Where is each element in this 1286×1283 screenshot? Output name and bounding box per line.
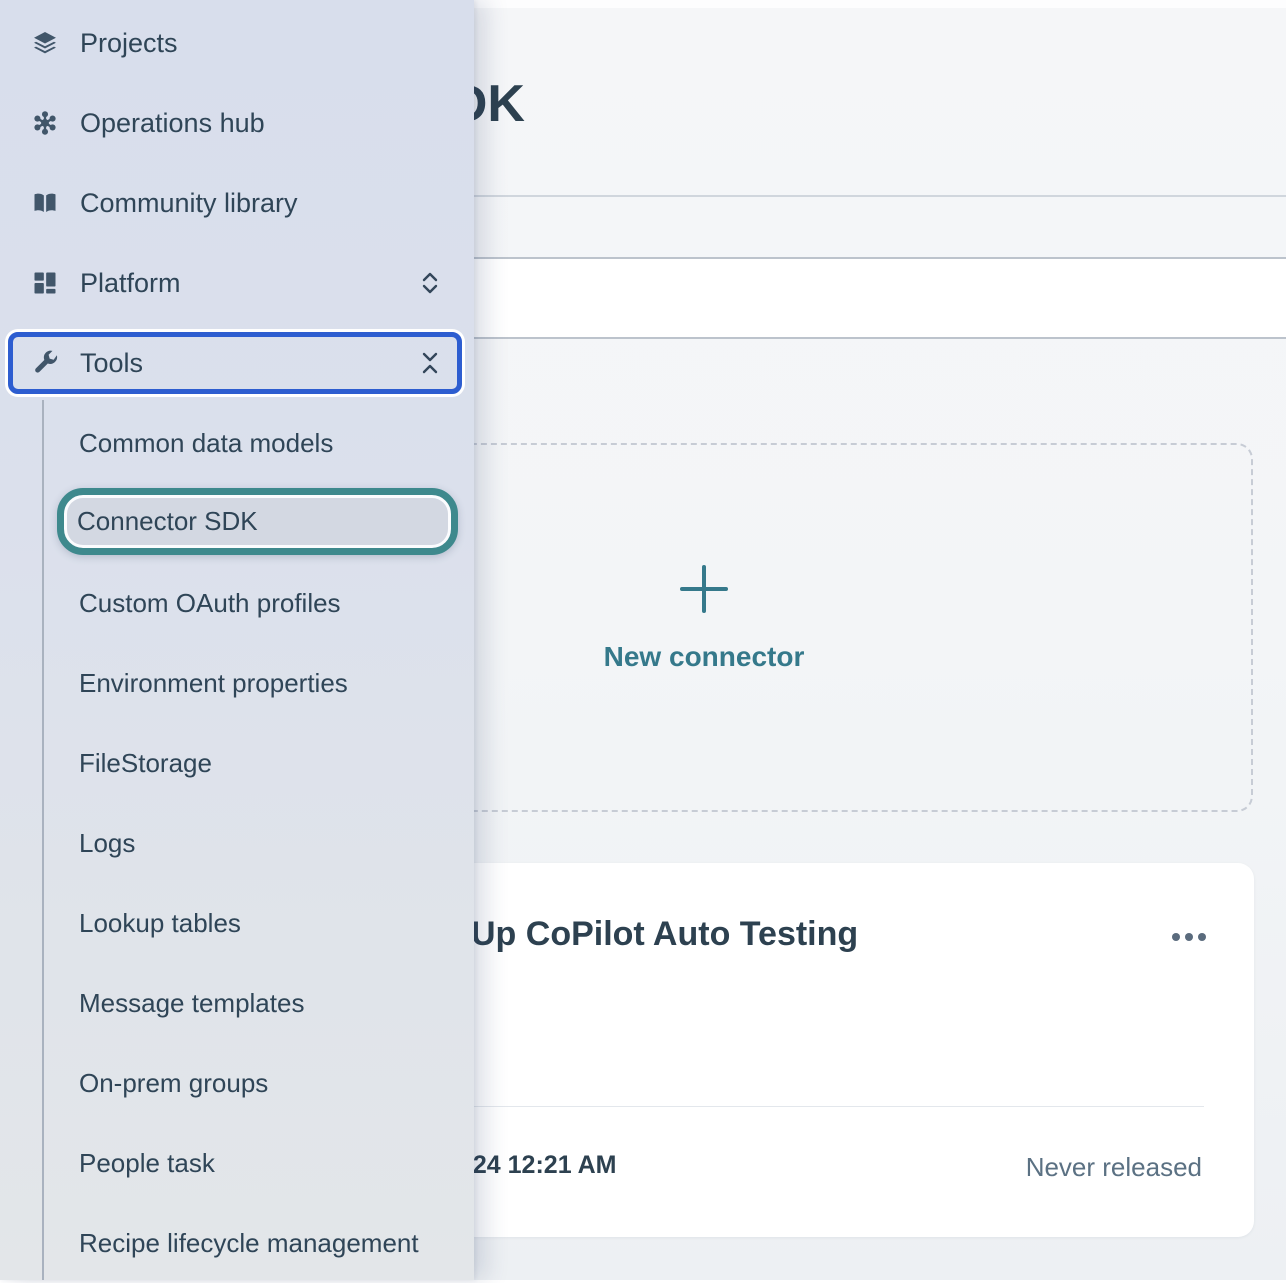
sidebar-item-label: Logs [79, 828, 135, 859]
sidebar-item-label: Operations hub [80, 108, 265, 139]
sidebar-item-label: Tools [80, 348, 143, 379]
sidebar-item-logs[interactable]: Logs [0, 803, 474, 883]
ellipsis-menu-icon[interactable] [1172, 933, 1206, 941]
focus-ring [8, 332, 462, 394]
sidebar-item-community-library[interactable]: Community library [0, 163, 474, 243]
hub-icon [30, 108, 60, 138]
sidebar-item-label: FileStorage [79, 748, 212, 779]
wrench-icon [30, 348, 60, 378]
collapse-chevron-icon [420, 350, 440, 376]
sidebar-item-label: Message templates [79, 988, 304, 1019]
sidebar-item-filestorage[interactable]: FileStorage [0, 723, 474, 803]
sidebar-item-common-data-models[interactable]: Common data models [0, 403, 474, 483]
sidebar-item-environment-properties[interactable]: Environment properties [0, 643, 474, 723]
sidebar-item-people-task[interactable]: People task [0, 1123, 474, 1203]
card-created-at: 024 12:21 AM [459, 1151, 617, 1180]
selected-item-pill[interactable]: Connector SDK [57, 488, 458, 555]
sidebar-item-label: Platform [80, 268, 181, 299]
layers-icon [30, 28, 60, 58]
sidebar-item-custom-oauth-profiles[interactable]: Custom OAuth profiles [0, 563, 474, 643]
sidebar-item-label: On-prem groups [79, 1068, 268, 1099]
sidebar-item-connector-sdk[interactable]: Connector SDK [0, 483, 474, 563]
sidebar-item-label: Projects [80, 28, 178, 59]
grid-icon [30, 268, 60, 298]
sidebar-item-message-templates[interactable]: Message templates [0, 963, 474, 1043]
sidebar-item-on-prem-groups[interactable]: On-prem groups [0, 1043, 474, 1123]
book-icon [30, 188, 60, 218]
card-release-status: Never released [1026, 1152, 1202, 1183]
sidebar-item-label: Custom OAuth profiles [79, 588, 341, 619]
sidebar-item-recipe-lifecycle-management[interactable]: Recipe lifecycle management [0, 1203, 474, 1283]
sidebar-item-projects[interactable]: Projects [0, 3, 474, 83]
connector-card-title: Up CoPilot Auto Testing [471, 915, 858, 954]
sidebar-item-label: Common data models [79, 428, 333, 459]
sidebar-item-label: Recipe lifecycle management [79, 1228, 419, 1259]
sidebar-item-platform[interactable]: Platform [0, 243, 474, 323]
sidebar-item-label: Environment properties [79, 668, 348, 699]
sidebar-item-label: People task [79, 1148, 215, 1179]
sidebar-item-label: Lookup tables [79, 908, 241, 939]
sidebar-item-label: Connector SDK [77, 506, 258, 537]
sidebar-item-tools[interactable]: Tools [0, 323, 474, 403]
expand-chevron-icon [420, 270, 440, 296]
sidebar-item-label: Community library [80, 188, 298, 219]
sidebar-item-operations-hub[interactable]: Operations hub [0, 83, 474, 163]
sidebar-item-lookup-tables[interactable]: Lookup tables [0, 883, 474, 963]
sidebar: Projects Operations hub C [0, 0, 474, 1280]
